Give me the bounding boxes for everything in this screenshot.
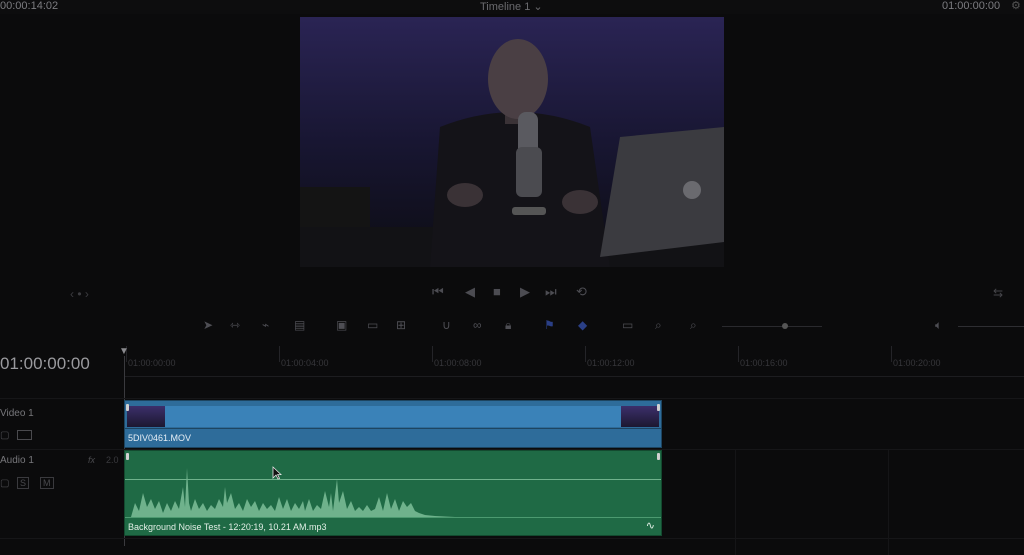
solo-button[interactable]: S — [17, 477, 30, 489]
zoom-custom-icon[interactable]: ⌕ — [690, 318, 697, 336]
volume-icon[interactable]: 🔈︎ — [935, 318, 942, 336]
timeline-ruler[interactable]: 01:00:00:00 01:00:04:00 01:00:08:00 01:0… — [124, 346, 1024, 377]
insert-icon[interactable]: ▣ — [336, 318, 347, 336]
ruler-tick: 01:00:04:00 — [281, 358, 329, 368]
fx-label[interactable]: fx — [88, 455, 95, 465]
clip-filmstrip — [165, 406, 621, 427]
timeline-timecode: 01:00:00:00 — [942, 0, 1001, 12]
zoom-full-icon[interactable]: ▭ — [622, 318, 633, 336]
clip-trim-handle[interactable] — [657, 453, 660, 460]
trim-icon[interactable]: ⇿ — [230, 318, 240, 336]
fullscreen-icon[interactable]: ⇆ — [993, 286, 1003, 300]
video-clip-name: 5DIV0461.MOV — [128, 433, 192, 443]
step-back-icon[interactable]: ◀ — [465, 284, 475, 300]
snap-icon[interactable]: ∪ — [442, 318, 451, 336]
clip-thumbnail — [127, 406, 165, 427]
playhead-timecode: 01:00:00:00 — [0, 354, 90, 373]
gear-icon[interactable]: ⚙ — [1011, 0, 1021, 12]
loop-icon[interactable]: ⟲ — [576, 284, 587, 300]
flag-icon[interactable]: ⚑ — [544, 318, 555, 336]
audio-clip[interactable]: Background Noise Test - 12:20:19, 10.21 … — [124, 450, 662, 536]
clip-trim-handle[interactable] — [657, 404, 660, 411]
video-frame-image — [300, 17, 724, 267]
curve-icon[interactable]: ∿ — [646, 519, 655, 532]
clip-thumbnail — [621, 406, 659, 427]
video-viewer[interactable] — [300, 17, 724, 267]
zoom-slider-handle[interactable] — [782, 323, 788, 329]
top-bar: 00:00:14:02 Timeline 1 ⌄ 01:00:00:00 ⚙ — [0, 0, 1024, 14]
stop-icon[interactable]: ■ — [493, 284, 501, 299]
audio-level: 2.0 — [106, 455, 119, 465]
video-monitor-icon[interactable] — [17, 430, 32, 440]
ruler-tick: 01:00:12:00 — [587, 358, 635, 368]
ruler-tickmark — [432, 346, 433, 362]
source-timecode: 00:00:14:02 — [0, 0, 59, 12]
audio-track-name: Audio 1 — [0, 455, 34, 466]
track-divider — [0, 398, 1024, 399]
marker-icon[interactable]: ◆ — [578, 318, 587, 336]
ruler-tick: 01:00:00:00 — [128, 358, 176, 368]
track-lock-icon[interactable]: ▢ — [0, 478, 9, 489]
clip-divider — [125, 428, 661, 429]
ruler-tickmark — [738, 346, 739, 362]
ruler-tickmark — [585, 346, 586, 362]
track-lock-icon[interactable]: ▢ — [0, 430, 9, 441]
replace-icon[interactable]: ⊞ — [396, 318, 406, 336]
skip-forward-icon[interactable]: ⏭ — [545, 284, 557, 300]
ruler-tick: 01:00:16:00 — [740, 358, 788, 368]
mouse-pointer-icon — [272, 466, 282, 480]
lane-grid — [888, 450, 889, 555]
clip-trim-handle[interactable] — [126, 453, 129, 460]
skip-back-icon[interactable]: ⏮ — [432, 284, 444, 300]
audio-clip-name: Background Noise Test - 12:20:19, 10.21 … — [128, 522, 327, 532]
ruler-tickmark — [891, 346, 892, 362]
video-clip[interactable]: 5DIV0461.MOV — [124, 400, 662, 448]
dynamic-trim-icon[interactable]: ▤ — [294, 318, 305, 336]
pointer-icon[interactable]: ➤ — [203, 318, 213, 336]
viewer-jog-control[interactable]: ‹ • › — [70, 287, 89, 301]
timeline-selector[interactable]: Timeline 1 ⌄ — [480, 0, 543, 13]
zoom-detail-icon[interactable]: ⌕ — [655, 318, 662, 336]
audio-waveform — [131, 468, 655, 518]
track-divider — [0, 538, 1024, 539]
mute-button[interactable]: M — [40, 477, 54, 489]
zoom-slider[interactable] — [722, 326, 822, 327]
video-track-name: Video 1 — [0, 408, 34, 419]
ruler-tick: 01:00:08:00 — [434, 358, 482, 368]
blade-icon[interactable]: ⌁ — [262, 318, 269, 336]
ruler-tick: 01:00:20:00 — [893, 358, 941, 368]
clip-divider — [125, 517, 661, 518]
lock-icon[interactable]: 🔒︎ — [505, 318, 511, 336]
clip-trim-handle[interactable] — [126, 404, 129, 411]
volume-slider[interactable] — [958, 326, 1024, 327]
lane-grid — [735, 450, 736, 555]
ruler-tickmark — [279, 346, 280, 362]
link-icon[interactable]: ∞ — [473, 318, 482, 336]
play-icon[interactable]: ▶ — [520, 284, 530, 300]
overwrite-icon[interactable]: ▭ — [367, 318, 378, 336]
